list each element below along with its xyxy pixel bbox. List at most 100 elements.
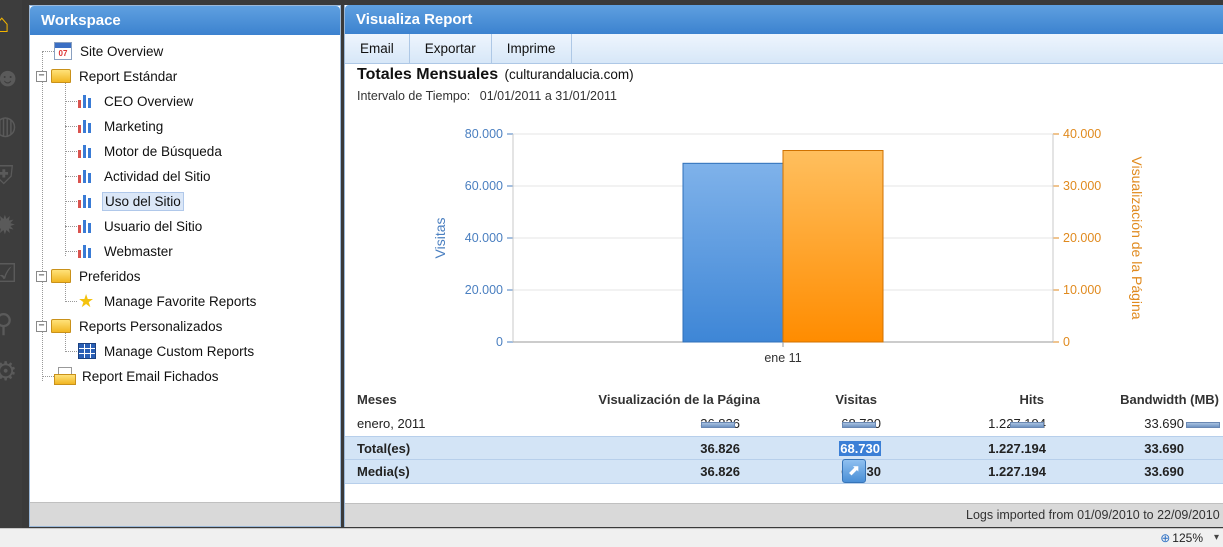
search-icon[interactable]: ⚲ [0, 308, 22, 338]
bar-chart-icon [78, 144, 94, 158]
chevron-down-icon[interactable]: ▾ [1214, 530, 1219, 546]
tree-connector [65, 351, 77, 352]
report-panel-title: Visualiza Report [345, 5, 1223, 34]
bar-chart-icon [78, 244, 94, 258]
col-header-bandwidth[interactable]: Bandwidth (MB) [1120, 388, 1219, 412]
tree-folder-preferidos[interactable]: − Preferidos [36, 266, 143, 286]
collapse-toggle-icon[interactable]: − [36, 320, 47, 332]
collapse-toggle-icon[interactable]: − [36, 70, 47, 82]
table-average-row: Media(s) 36.826 68.730 1.227.194 33.690 [345, 460, 1223, 484]
table-header-row: Meses Visualización de la Página Visitas… [345, 388, 1223, 412]
collapse-toggle-icon[interactable]: − [36, 270, 47, 282]
y2-tick-label: 30.000 [1063, 179, 1101, 193]
average-hits: 1.227.194 [988, 464, 1046, 479]
tree-item-label: Marketing [104, 118, 164, 134]
tree-item-uso-del-sitio[interactable]: Uso del Sitio [78, 191, 184, 211]
tree-folder-report-estandar[interactable]: − Report Estándar [36, 66, 179, 86]
monthly-totals-chart: 0 20.000 40.000 60.000 80.000 0 10.000 20.000 30… [432, 127, 1145, 365]
print-button[interactable]: Imprime [492, 34, 572, 63]
tree-connector [65, 226, 77, 227]
average-bandwidth: 33.690 [1144, 464, 1184, 479]
bar-chart-icon [78, 94, 94, 108]
tree-item-ceo-overview[interactable]: CEO Overview [78, 91, 195, 111]
tree-connector [65, 126, 77, 127]
bandwidth-minibar [1186, 422, 1220, 428]
y2-tick-label: 20.000 [1063, 231, 1101, 245]
report-interval: Intervalo de Tiempo: 01/01/2011 a 31/01/… [357, 89, 617, 103]
tree-item-label: Webmaster [104, 243, 173, 259]
tree-connector [65, 251, 77, 252]
hits-minibar [1010, 422, 1044, 428]
grid-icon [78, 343, 96, 359]
gear-icon[interactable]: ⚙ [0, 356, 22, 386]
total-pageviews: 36.826 [700, 441, 740, 456]
workspace-title: Workspace [30, 6, 340, 35]
tree-item-manage-favorite-reports[interactable]: ★ Manage Favorite Reports [78, 291, 258, 311]
y2-tick-label: 40.000 [1063, 127, 1101, 141]
interval-dates: 01/01/2011 a 31/01/2011 [479, 89, 617, 103]
tree-folder-reports-personalizados[interactable]: − Reports Personalizados [36, 316, 224, 336]
tree-item-site-overview[interactable]: 07 Site Overview [54, 41, 165, 61]
average-pageviews: 36.826 [700, 464, 740, 479]
tree-item-actividad-del-sitio[interactable]: Actividad del Sitio [78, 166, 213, 186]
tree-item-marketing[interactable]: Marketing [78, 116, 165, 136]
home-icon[interactable]: ⌂ [0, 8, 22, 38]
browser-status-bar: ⊕ 125% ▾ [0, 528, 1223, 547]
tree-item-motor-de-busqueda[interactable]: Motor de Búsqueda [78, 141, 224, 161]
y-axis-title: Visitas [432, 218, 448, 259]
col-header-pageviews[interactable]: Visualización de la Página [598, 388, 760, 412]
workspace-panel: Workspace 07 Site Overview − Report Está… [29, 5, 341, 527]
report-footer: Logs imported from 01/09/2010 to 22/09/2… [345, 503, 1223, 527]
zoom-value: 125% [1172, 531, 1203, 545]
zoom-level[interactable]: ⊕ 125% [1160, 530, 1203, 546]
tree-connector [65, 101, 77, 102]
tree-item-label: Usuario del Sitio [104, 218, 203, 234]
y2-axis-title: Visualización de la Página [1129, 156, 1145, 319]
email-button[interactable]: Email [345, 34, 410, 63]
tree-connector [65, 81, 66, 256]
total-visitas[interactable]: 68.730 [839, 437, 881, 461]
interval-label: Intervalo de Tiempo: [357, 89, 471, 103]
y2-tick-label: 10.000 [1063, 283, 1101, 297]
star-icon: ★ [78, 291, 95, 311]
folder-open-icon [51, 319, 71, 333]
calendar-icon: 07 [54, 42, 72, 60]
tree-item-label: Reports Personalizados [79, 318, 223, 334]
visitas-minibar [842, 422, 876, 428]
open-popup-icon[interactable]: ⬈ [842, 459, 866, 483]
tree-item-label: Report Estándar [79, 68, 178, 84]
row-month: enero, 2011 [357, 416, 426, 431]
table-row: enero, 2011 36.826 68.730 1.227.194 33.6… [345, 412, 1223, 436]
tree-item-label: Manage Favorite Reports [104, 293, 257, 309]
users-icon[interactable]: ☻ [0, 62, 22, 92]
report-toolbar: Email Exportar Imprime [345, 34, 1223, 64]
total-visitas-selected: 68.730 [839, 441, 881, 456]
y-tick-label: 20.000 [465, 283, 503, 297]
col-header-visitas[interactable]: Visitas [835, 388, 877, 412]
tree-item-manage-custom-reports[interactable]: Manage Custom Reports [78, 341, 256, 361]
x-tick-label: ene 11 [764, 351, 801, 365]
tree-item-label: Motor de Búsqueda [104, 143, 222, 159]
spider-icon[interactable]: ✹ [0, 210, 22, 240]
tree-connector [65, 151, 77, 152]
total-label: Total(es) [357, 441, 411, 456]
totals-table: Meses Visualización de la Página Visitas… [345, 388, 1223, 484]
globe-icon[interactable]: ◍ [0, 110, 22, 140]
shield-icon[interactable]: ⛨ [0, 160, 22, 190]
tree-item-label: Site Overview [80, 43, 164, 59]
col-header-hits[interactable]: Hits [1019, 388, 1044, 412]
pageviews-minibar [701, 422, 735, 428]
folder-open-icon [51, 69, 71, 83]
export-button[interactable]: Exportar [410, 34, 492, 63]
tree-item-usuario-del-sitio[interactable]: Usuario del Sitio [78, 216, 204, 236]
tree-item-label: Preferidos [79, 268, 141, 284]
col-header-meses[interactable]: Meses [357, 388, 397, 412]
folder-open-icon [51, 269, 71, 283]
bar-visitas [682, 162, 784, 343]
tree-item-report-email-fichados[interactable]: Report Email Fichados [54, 366, 221, 386]
y-tick-label: 40.000 [465, 231, 503, 245]
checkbox-icon[interactable]: ☑ [0, 258, 22, 288]
tree-item-label: Manage Custom Reports [104, 343, 255, 359]
document-folder-icon [54, 367, 76, 385]
tree-item-webmaster[interactable]: Webmaster [78, 241, 175, 261]
